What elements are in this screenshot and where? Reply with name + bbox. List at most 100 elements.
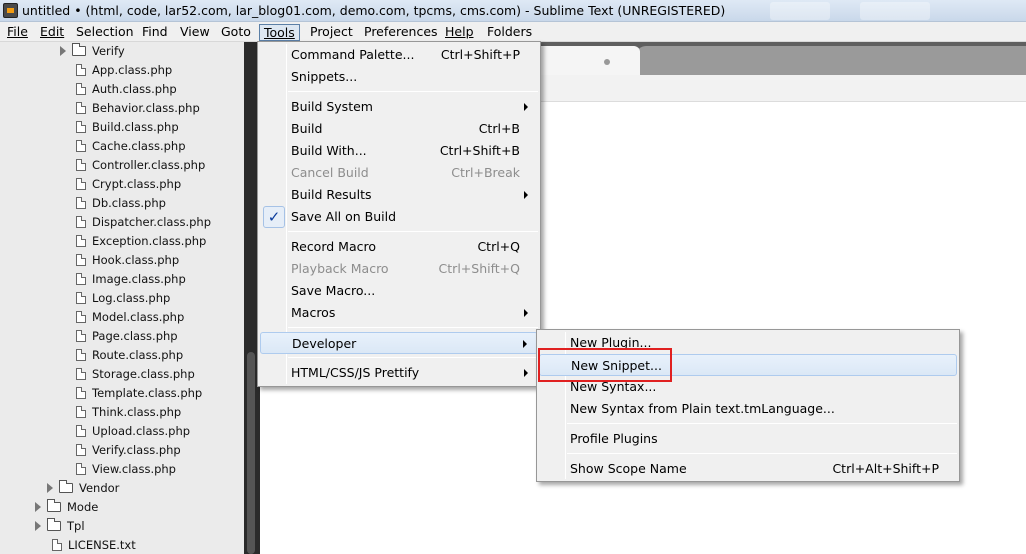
menu-tools[interactable]: Tools xyxy=(259,24,300,41)
tools-item-command-palette[interactable]: Command Palette... Ctrl+Shift+P xyxy=(260,44,538,66)
folder-mode[interactable]: Mode xyxy=(35,498,98,517)
tools-item-build-with[interactable]: Build With... Ctrl+Shift+B xyxy=(260,140,538,162)
menu-edit[interactable]: Edit xyxy=(36,24,68,41)
menu-item-label: Build With... xyxy=(291,143,367,158)
menu-selection[interactable]: Selection xyxy=(72,24,138,41)
tools-item-save-macro[interactable]: Save Macro... xyxy=(260,280,538,302)
menu-preferences-label: Preferences xyxy=(364,24,438,39)
php-file-icon xyxy=(76,235,86,247)
folder-vendor[interactable]: Vendor xyxy=(47,479,119,498)
sidebar-scrollbar-thumb[interactable] xyxy=(247,352,255,554)
menu-view[interactable]: View xyxy=(176,24,214,41)
file-label: Verify.class.php xyxy=(92,443,181,457)
menu-file[interactable]: File xyxy=(3,24,32,41)
file-item[interactable]: Crypt.class.php xyxy=(76,175,181,194)
file-item[interactable]: View.class.php xyxy=(76,460,176,479)
tools-item-build-system[interactable]: Build System xyxy=(260,96,538,118)
folder-tpl[interactable]: Tpl xyxy=(35,517,85,536)
menu-item-label: Build System xyxy=(291,99,373,114)
folder-label: Verify xyxy=(92,44,125,58)
tools-item-record-macro[interactable]: Record Macro Ctrl+Q xyxy=(260,236,538,258)
file-label: LICENSE.txt xyxy=(68,538,136,552)
file-label: Route.class.php xyxy=(92,348,184,362)
file-item[interactable]: Storage.class.php xyxy=(76,365,195,384)
expand-arrow-icon[interactable] xyxy=(47,483,53,493)
expand-arrow-icon[interactable] xyxy=(35,502,41,512)
php-file-icon xyxy=(76,406,86,418)
file-item[interactable]: Think.class.php xyxy=(76,403,181,422)
menu-file-label: File xyxy=(7,24,28,39)
menu-separator xyxy=(288,327,538,328)
file-item[interactable]: Upload.class.php xyxy=(76,422,190,441)
developer-item-new-syntax-from-plain-text-tmlanguage[interactable]: New Syntax from Plain text.tmLanguage... xyxy=(539,398,957,420)
file-label: Upload.class.php xyxy=(92,424,191,438)
menu-bar: File Edit Selection Find View Goto Tools… xyxy=(0,22,1026,42)
inactive-tab-area xyxy=(636,46,1026,75)
file-item[interactable]: Build.class.php xyxy=(76,118,179,137)
developer-item-profile-plugins[interactable]: Profile Plugins xyxy=(539,428,957,450)
menu-preferences[interactable]: Preferences xyxy=(360,24,442,41)
file-item[interactable]: Exception.class.php xyxy=(76,232,206,251)
tools-item-build[interactable]: Build Ctrl+B xyxy=(260,118,538,140)
menu-project[interactable]: Project xyxy=(306,24,357,41)
menu-separator xyxy=(288,231,538,232)
blurred-region xyxy=(860,2,930,20)
file-item[interactable]: Model.class.php xyxy=(76,308,184,327)
file-license[interactable]: LICENSE.txt xyxy=(52,536,136,554)
file-item[interactable]: Log.class.php xyxy=(76,289,170,308)
unsaved-dot-icon[interactable] xyxy=(604,59,610,65)
menu-folders[interactable]: Folders xyxy=(483,24,536,41)
file-item[interactable]: Verify.class.php xyxy=(76,441,181,460)
file-item[interactable]: Page.class.php xyxy=(76,327,178,346)
tools-item-build-results[interactable]: Build Results xyxy=(260,184,538,206)
file-item[interactable]: Controller.class.php xyxy=(76,156,205,175)
php-file-icon xyxy=(76,311,86,323)
php-file-icon xyxy=(76,83,86,95)
php-file-icon xyxy=(76,463,86,475)
tools-item-macros[interactable]: Macros xyxy=(260,302,538,324)
file-item[interactable]: Route.class.php xyxy=(76,346,183,365)
php-file-icon xyxy=(76,178,86,190)
file-item[interactable]: Dispatcher.class.php xyxy=(76,213,211,232)
file-item[interactable]: Hook.class.php xyxy=(76,251,179,270)
file-label: Dispatcher.class.php xyxy=(92,215,212,229)
tools-item-html-css-js-prettify[interactable]: HTML/CSS/JS Prettify xyxy=(260,362,538,384)
annotation-highlight-box xyxy=(538,348,672,382)
menu-item-label: Developer xyxy=(292,336,357,351)
file-item[interactable]: Behavior.class.php xyxy=(76,99,200,118)
tools-item-save-all-on-build[interactable]: ✓ Save All on Build xyxy=(260,206,538,228)
folder-verify[interactable]: Verify xyxy=(60,42,125,61)
file-item[interactable]: Image.class.php xyxy=(76,270,186,289)
tools-item-developer[interactable]: Developer xyxy=(260,332,538,354)
menu-item-shortcut: Ctrl+Q xyxy=(477,239,520,254)
submenu-arrow-icon xyxy=(524,369,528,377)
blurred-region xyxy=(770,2,830,20)
menu-goto-label: Goto xyxy=(221,24,251,39)
file-item[interactable]: Auth.class.php xyxy=(76,80,177,99)
menu-goto[interactable]: Goto xyxy=(217,24,255,41)
developer-item-show-scope-name[interactable]: Show Scope Name Ctrl+Alt+Shift+P xyxy=(539,458,957,480)
file-item[interactable]: Db.class.php xyxy=(76,194,166,213)
tools-item-snippets[interactable]: Snippets... xyxy=(260,66,538,88)
menu-item-label: Save Macro... xyxy=(291,283,376,298)
file-item[interactable]: Cache.class.php xyxy=(76,137,186,156)
menu-item-shortcut: Ctrl+Shift+Q xyxy=(438,261,520,276)
menu-separator xyxy=(288,91,538,92)
php-file-icon xyxy=(76,368,86,380)
file-label: Db.class.php xyxy=(92,196,166,210)
file-label: Page.class.php xyxy=(92,329,178,343)
expand-arrow-icon[interactable] xyxy=(60,46,66,56)
php-file-icon xyxy=(76,349,86,361)
folder-icon xyxy=(47,518,61,531)
menu-item-label: Record Macro xyxy=(291,239,376,254)
file-item[interactable]: Template.class.php xyxy=(76,384,202,403)
menu-help[interactable]: Help xyxy=(441,24,478,41)
menu-item-shortcut: Ctrl+Shift+B xyxy=(439,143,520,158)
submenu-arrow-icon xyxy=(524,309,528,317)
menu-item-shortcut: Ctrl+B xyxy=(478,121,520,136)
php-file-icon xyxy=(76,159,86,171)
menu-find[interactable]: Find xyxy=(138,24,172,41)
file-item[interactable]: App.class.php xyxy=(76,61,172,80)
folder-icon xyxy=(72,43,86,56)
expand-arrow-icon[interactable] xyxy=(35,521,41,531)
